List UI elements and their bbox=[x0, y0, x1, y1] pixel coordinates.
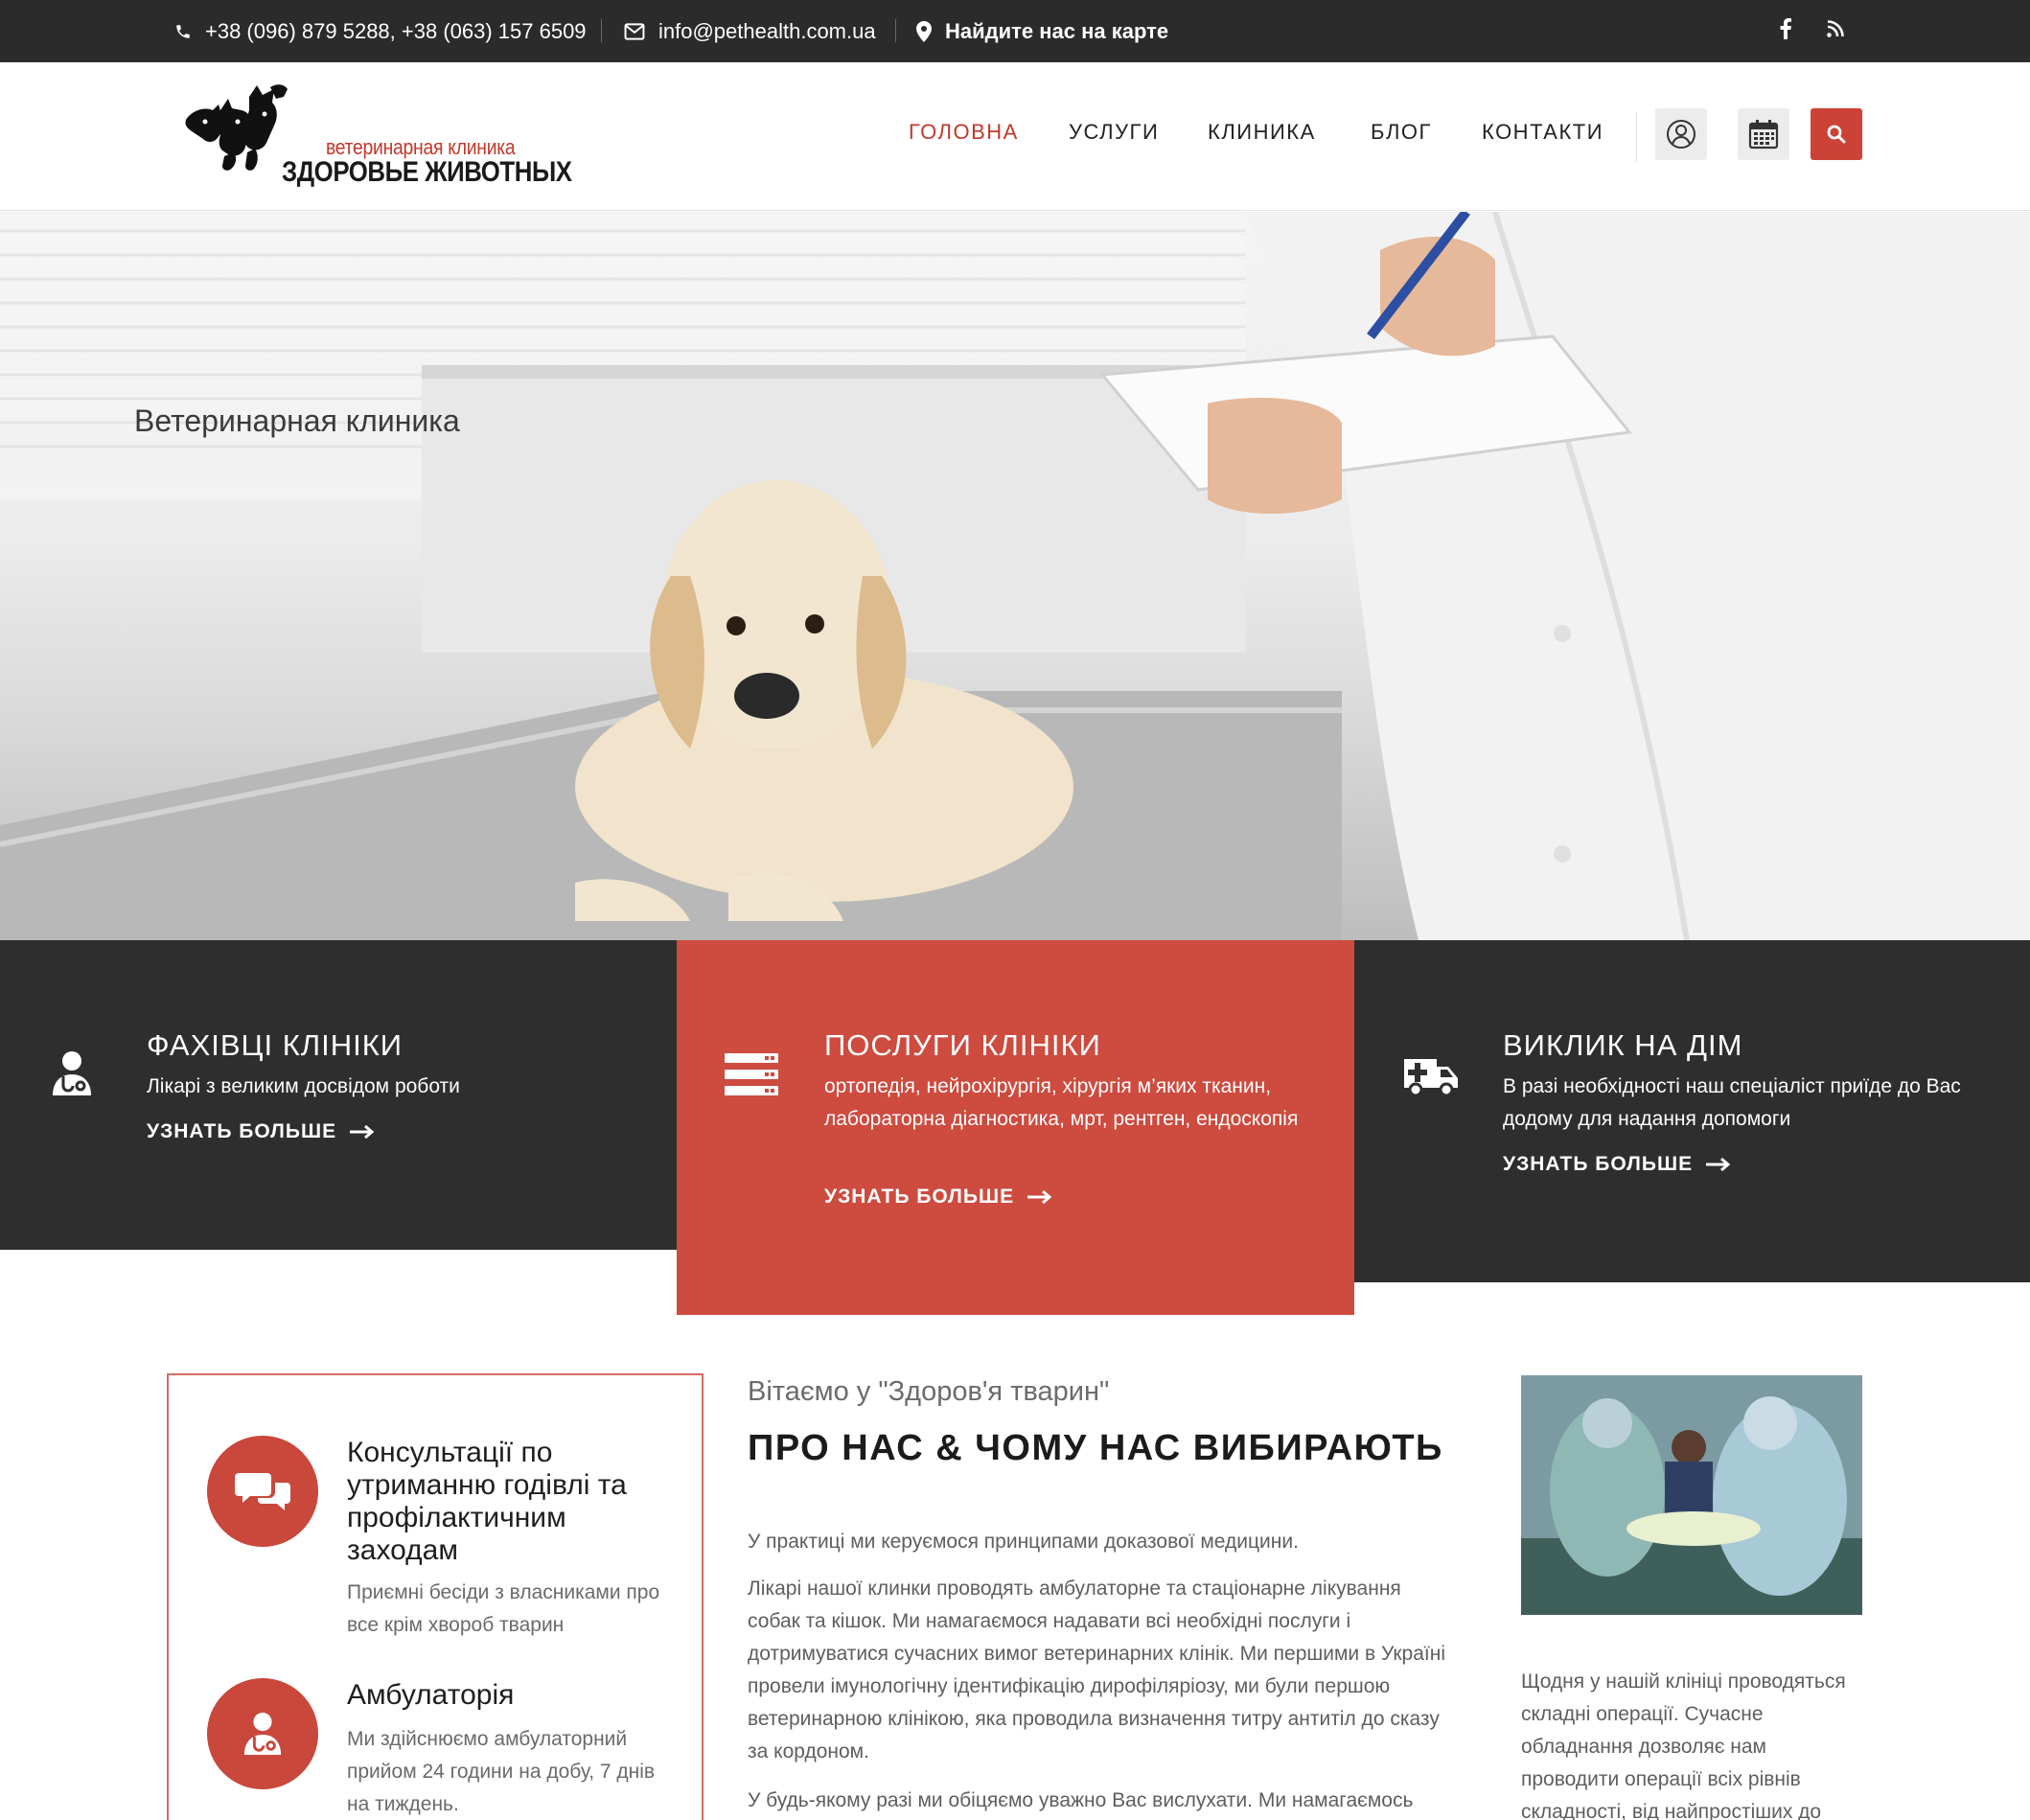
nav-item-services[interactable]: УСЛУГИ bbox=[1069, 120, 1159, 145]
feature-title: ФАХІВЦІ КЛІНІКИ bbox=[147, 1028, 404, 1062]
feature-text: В разі необхідності наш спеціаліст приїд… bbox=[1503, 1075, 1961, 1130]
nav-item-home[interactable]: ГОЛОВНА bbox=[909, 120, 1019, 145]
rss-icon[interactable] bbox=[1827, 20, 1844, 42]
learn-more-link[interactable]: УЗНАТЬ БОЛЬШЕ bbox=[1503, 1153, 1731, 1176]
service-icon-circle bbox=[207, 1436, 318, 1547]
learn-more-label: УЗНАТЬ БОЛЬШЕ bbox=[147, 1120, 337, 1142]
nav-divider bbox=[1636, 112, 1637, 162]
service-title: Консультації по утриманню годівлі та про… bbox=[347, 1437, 627, 1566]
site-logo[interactable]: ветеринарная клиника ЗДОРОВЬЕ ЖИВОТНЫХ bbox=[182, 81, 572, 192]
feature-specialists: ФАХІВЦІ КЛІНІКИ Лікарі з великим досвідо… bbox=[0, 940, 677, 1250]
nav-item-blog[interactable]: БЛОГ bbox=[1371, 120, 1432, 145]
feature-text: Лікарі з великим досвідом роботи bbox=[147, 1075, 460, 1097]
site-header: ветеринарная клиника ЗДОРОВЬЕ ЖИВОТНЫХ Г… bbox=[0, 62, 2030, 211]
map-marker-icon bbox=[916, 20, 932, 42]
feature-text: ортопедія, нейрохірургія, хірургія м’яки… bbox=[824, 1075, 1299, 1130]
divider bbox=[895, 19, 896, 42]
service-title: Амбулаторія bbox=[347, 1679, 515, 1711]
user-icon bbox=[1667, 120, 1696, 149]
arrow-right-icon bbox=[350, 1125, 375, 1139]
hero-image bbox=[0, 212, 2030, 940]
feature-title: ВИКЛИК НА ДІМ bbox=[1503, 1028, 1743, 1062]
search-icon bbox=[1827, 125, 1846, 144]
service-text: Ми здійснюємо амбулаторний прийом 24 год… bbox=[347, 1728, 656, 1815]
feature-services: ПОСЛУГИ КЛІНІКИ ортопедія, нейрохірургія… bbox=[677, 940, 1354, 1315]
map-link[interactable]: Найдите нас на карте bbox=[945, 19, 1168, 44]
rss-link[interactable] bbox=[1827, 0, 1844, 62]
appointment-button[interactable] bbox=[1738, 108, 1789, 160]
chat-bubbles-icon bbox=[235, 1473, 290, 1510]
email-contact[interactable]: info@pethealth.com.ua bbox=[624, 0, 876, 62]
about-paragraph: У будь-якому разі ми обіцяємо уважно Вас… bbox=[748, 1789, 1414, 1811]
service-text: Приємні бесіди з власниками про все крім… bbox=[347, 1581, 660, 1636]
facebook-link[interactable] bbox=[1780, 0, 1791, 62]
map-contact[interactable]: Найдите нас на карте bbox=[916, 0, 1168, 62]
ambulance-icon bbox=[1402, 1049, 1460, 1102]
learn-more-label: УЗНАТЬ БОЛЬШЕ bbox=[1503, 1153, 1694, 1175]
phone-contact[interactable]: +38 (096) 879 5288, +38 (063) 157 6509 bbox=[174, 0, 587, 62]
calendar-icon bbox=[1748, 120, 1779, 150]
nav-item-contacts[interactable]: КОНТАКТИ bbox=[1482, 120, 1603, 145]
phone-icon bbox=[174, 23, 192, 40]
welcome-subtitle: Вітаємо у "Здоров'я тварин" bbox=[748, 1376, 1110, 1407]
hero-title: Ветеринарная клиника bbox=[134, 403, 460, 438]
about-paragraph: Лікарі нашої клинки проводять амбулаторн… bbox=[748, 1578, 1445, 1762]
arrow-right-icon bbox=[1706, 1158, 1731, 1171]
services-box: Консультації по утриманню годівлі та про… bbox=[167, 1373, 704, 1820]
feature-home-visit: ВИКЛИК НА ДІМ В разі необхідності наш сп… bbox=[1354, 940, 2030, 1282]
service-icon-circle bbox=[207, 1678, 318, 1789]
top-bar: +38 (096) 879 5288, +38 (063) 157 6509 i… bbox=[0, 0, 2030, 62]
about-paragraph: У практиці ми керуємося принципами доказ… bbox=[748, 1531, 1299, 1553]
learn-more-link[interactable]: УЗНАТЬ БОЛЬШЕ bbox=[147, 1120, 375, 1143]
logo-title: ЗДОРОВЬЕ ЖИВОТНЫХ bbox=[282, 156, 572, 188]
facebook-icon[interactable] bbox=[1780, 18, 1791, 44]
learn-more-link[interactable]: УЗНАТЬ БОЛЬШЕ bbox=[824, 1186, 1052, 1209]
divider bbox=[601, 19, 602, 42]
email-link[interactable]: info@pethealth.com.ua bbox=[658, 19, 876, 44]
arrow-right-icon bbox=[1027, 1190, 1052, 1204]
doctor-icon bbox=[50, 1049, 94, 1102]
surgery-photo bbox=[1521, 1375, 1862, 1615]
server-list-icon bbox=[725, 1053, 778, 1100]
envelope-icon bbox=[624, 22, 645, 40]
feature-title: ПОСЛУГИ КЛІНІКИ bbox=[824, 1028, 1101, 1062]
learn-more-label: УЗНАТЬ БОЛЬШЕ bbox=[824, 1186, 1015, 1208]
doctor-icon bbox=[243, 1713, 282, 1755]
side-paragraph: Щодня у нашій клініці проводяться складн… bbox=[1521, 1670, 1846, 1820]
account-button[interactable] bbox=[1655, 108, 1707, 160]
phone-numbers: +38 (096) 879 5288, +38 (063) 157 6509 bbox=[205, 18, 587, 43]
search-button[interactable] bbox=[1811, 108, 1862, 160]
hero-banner: Ветеринарная клиника bbox=[0, 212, 2030, 940]
nav-item-clinic[interactable]: КЛИНИКА bbox=[1208, 120, 1316, 145]
about-title: ПРО НАС & ЧОМУ НАС ВИБИРАЮТЬ bbox=[748, 1428, 1443, 1468]
